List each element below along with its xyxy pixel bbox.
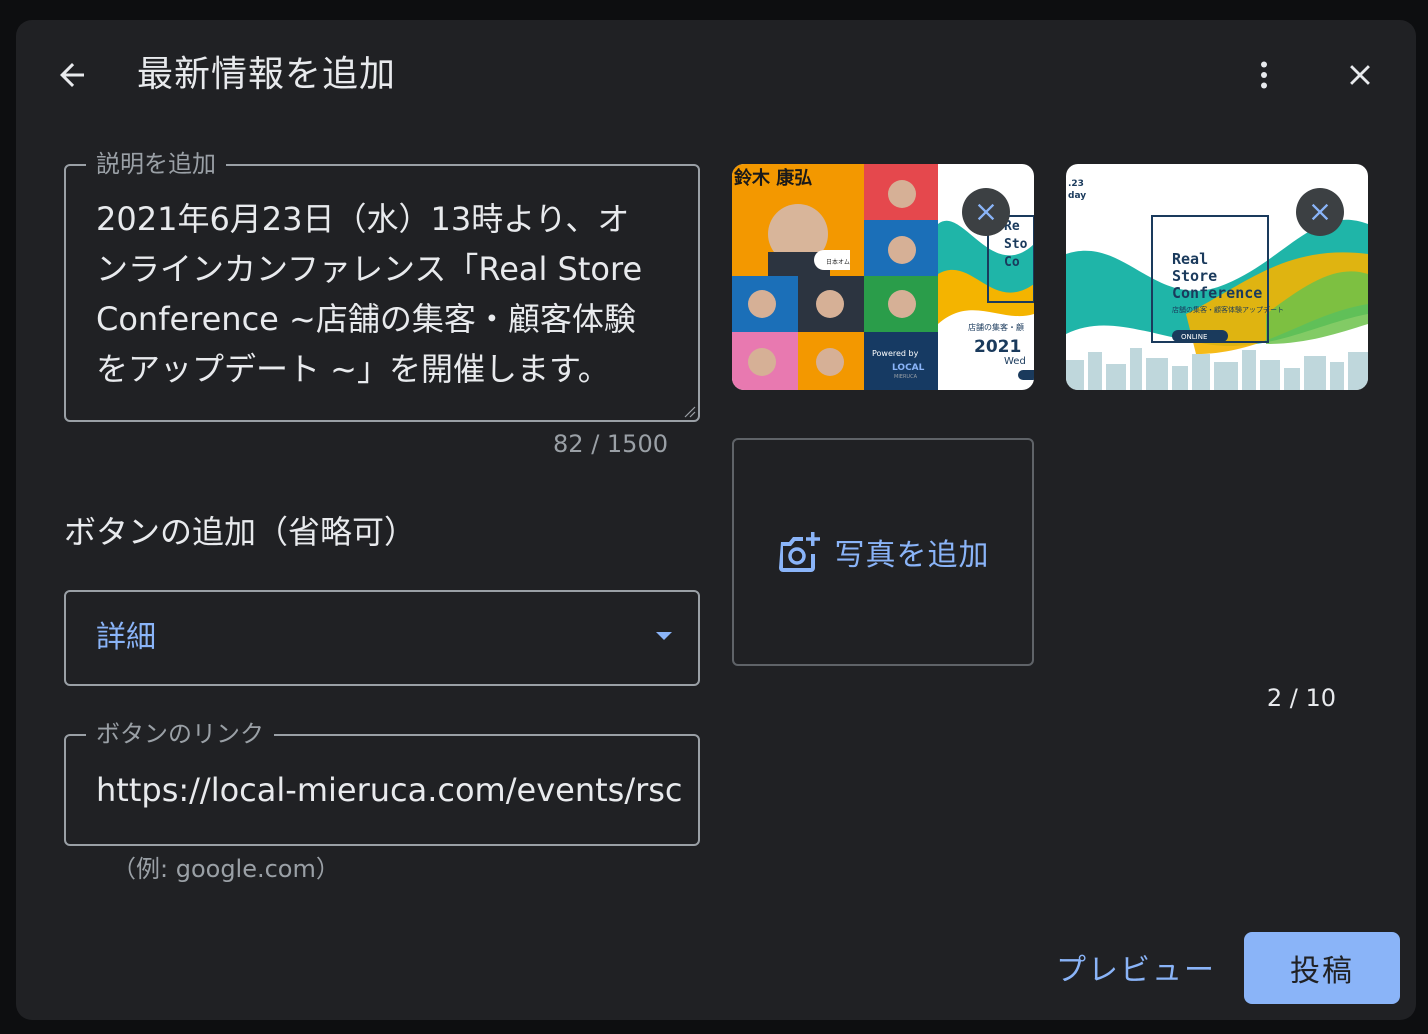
banner-title-line-2: Store [1172, 267, 1217, 285]
powered-by-text: Powered by [872, 349, 919, 358]
banner-title-line-3: Conference [1172, 284, 1262, 302]
description-textarea[interactable]: 2021年6月23日（水）13時より、オ ンラインカンファレンス「Real St… [96, 194, 676, 394]
photo-thumbnail-1[interactable]: 鈴木 康弘 日本オムニチャネル協会 Powered by LOCAL M [732, 164, 1034, 390]
dropdown-arrow-icon [656, 632, 672, 640]
link-hint: （例: google.com） [112, 855, 340, 883]
photo-count: 2 / 10 [1266, 684, 1336, 712]
subtitle-fragment: 店舗の集客・顧 [968, 322, 1024, 332]
date-fragment: .23 [1068, 179, 1084, 189]
brand-text: LOCAL [892, 363, 925, 373]
dialog-title: 最新情報を追加 [137, 54, 397, 95]
more-vert-icon [1261, 61, 1267, 89]
character-counter: 82 / 1500 [553, 430, 668, 458]
description-field[interactable]: 説明を追加 2021年6月23日（水）13時より、オ ンラインカンファレンス「R… [64, 148, 700, 422]
button-link-field[interactable]: ボタンのリンク https://local-mieruca.com/events… [64, 718, 700, 846]
close-icon [1311, 203, 1329, 221]
close-icon [1350, 65, 1370, 85]
add-photo-button[interactable]: 写真を追加 [732, 438, 1034, 666]
button-type-select[interactable]: 詳細 [64, 590, 700, 686]
button-type-value: 詳細 [96, 620, 156, 655]
close-icon [977, 203, 995, 221]
add-update-dialog: 最新情報を追加 説明を追加 2021年6月23日（水）13時より、オ ンラインカ… [16, 20, 1416, 1020]
button-link-input[interactable]: https://local-mieruca.com/events/rsc [96, 768, 686, 812]
post-button[interactable]: 投稿 [1244, 932, 1400, 1004]
add-photo-label: 写真を追加 [834, 538, 990, 573]
banner-subtitle: 店舗の集客・顧客体験アップデート [1172, 305, 1284, 314]
remove-photo-1-button[interactable] [962, 188, 1010, 236]
add-photo-camera-icon [778, 532, 820, 572]
speaker-main-name: 鈴木 康弘 [734, 167, 812, 189]
online-badge: ONLINE [1181, 333, 1207, 341]
description-label: 説明を追加 [86, 148, 226, 180]
close-button[interactable] [1336, 51, 1384, 99]
brand-sub-text: MIERUCA [894, 374, 918, 380]
day-fragment: day [1068, 191, 1086, 201]
year-text: 2021 [974, 337, 1021, 357]
back-button[interactable] [48, 51, 96, 99]
more-options-button[interactable] [1240, 51, 1288, 99]
weekday-text: Wed [1004, 356, 1026, 367]
remove-photo-2-button[interactable] [1296, 188, 1344, 236]
resize-grip-icon[interactable] [682, 404, 696, 418]
button-link-label: ボタンのリンク [86, 718, 274, 750]
arrow-back-icon [60, 63, 84, 87]
title-fragment-3: Co [1004, 255, 1020, 270]
banner-title-line-1: Real [1172, 250, 1208, 268]
preview-button[interactable]: プレビュー [1056, 938, 1216, 996]
photo-thumbnail-2[interactable]: .23 day Real Store Conference 店舗の集客・顧客体験… [1066, 164, 1368, 390]
title-fragment-2: Sto [1004, 237, 1028, 252]
button-section-heading: ボタンの追加（省略可） [64, 513, 417, 551]
